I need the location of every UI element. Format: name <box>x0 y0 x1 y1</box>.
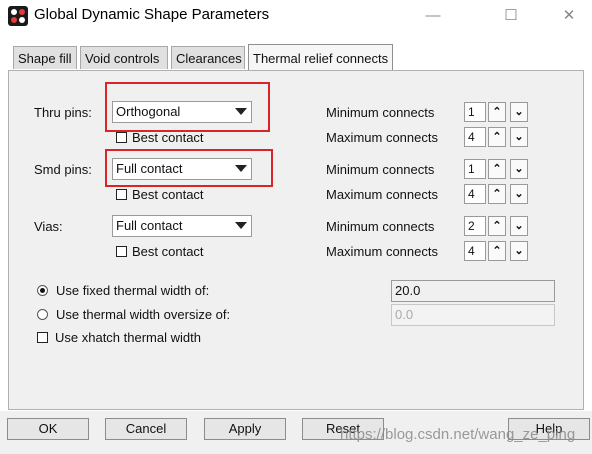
vias-max-connects-label: Maximum connects <box>326 244 438 259</box>
smd-pins-best-contact-label: Best contact <box>132 187 204 202</box>
tab-shape-fill[interactable]: Shape fill <box>13 46 77 69</box>
thru-max-connects-value[interactable]: 4 <box>464 127 486 147</box>
chevron-down-icon[interactable]: ⌄ <box>510 241 528 261</box>
thru-pins-best-contact-label: Best contact <box>132 130 204 145</box>
vias-select-value: Full contact <box>116 218 183 233</box>
chevron-down-icon[interactable]: ⌄ <box>510 216 528 236</box>
smd-min-connects-value[interactable]: 1 <box>464 159 486 179</box>
fixed-thermal-width-input[interactable]: 20.0 <box>391 280 555 302</box>
vias-label: Vias: <box>34 219 63 234</box>
smd-pins-best-contact-checkbox[interactable] <box>116 189 127 200</box>
thermal-oversize-input[interactable]: 0.0 <box>391 304 555 326</box>
thru-min-connects-label: Minimum connects <box>326 105 435 120</box>
thru-pins-select-value: Orthogonal <box>116 104 181 119</box>
chevron-up-icon[interactable]: ⌃ <box>488 184 506 204</box>
app-icon <box>8 6 28 26</box>
thru-max-connects-label: Maximum connects <box>326 130 438 145</box>
thermal-oversize-radio[interactable] <box>37 309 48 320</box>
maximize-button[interactable]: ☐ <box>488 0 534 32</box>
smd-max-connects-label: Maximum connects <box>326 187 438 202</box>
tab-thermal-relief-connects[interactable]: Thermal relief connects <box>248 44 393 71</box>
chevron-up-icon[interactable]: ⌃ <box>488 159 506 179</box>
thermal-oversize-label: Use thermal width oversize of: <box>56 307 231 322</box>
smd-pins-label: Smd pins: <box>34 162 92 177</box>
smd-max-connects-value[interactable]: 4 <box>464 184 486 204</box>
vias-best-contact-checkbox[interactable] <box>116 246 127 257</box>
chevron-down-icon[interactable]: ⌄ <box>510 184 528 204</box>
fixed-thermal-width-radio[interactable] <box>37 285 48 296</box>
vias-min-connects-value[interactable]: 2 <box>464 216 486 236</box>
watermark: https://blog.csdn.net/wang_ze_ping <box>340 426 576 443</box>
smd-min-connects-label: Minimum connects <box>326 162 435 177</box>
window-title: Global Dynamic Shape Parameters <box>34 6 270 23</box>
vias-select[interactable]: Full contact <box>112 215 252 237</box>
xhatch-thermal-width-checkbox[interactable] <box>37 332 48 343</box>
chevron-up-icon[interactable]: ⌃ <box>488 216 506 236</box>
cancel-button[interactable]: Cancel <box>105 418 187 440</box>
vias-max-connects-value[interactable]: 4 <box>464 241 486 261</box>
chevron-down-icon <box>235 108 247 115</box>
chevron-up-icon[interactable]: ⌃ <box>488 102 506 122</box>
smd-pins-select[interactable]: Full contact <box>112 158 252 180</box>
chevron-down-icon <box>235 222 247 229</box>
close-button[interactable]: ✕ <box>546 0 592 32</box>
ok-button[interactable]: OK <box>7 418 89 440</box>
chevron-down-icon[interactable]: ⌄ <box>510 159 528 179</box>
vias-min-connects-label: Minimum connects <box>326 219 435 234</box>
thru-min-connects-value[interactable]: 1 <box>464 102 486 122</box>
tab-clearances[interactable]: Clearances <box>171 46 245 69</box>
chevron-down-icon <box>235 165 247 172</box>
fixed-thermal-width-label: Use fixed thermal width of: <box>56 283 210 298</box>
tab-void-controls[interactable]: Void controls <box>80 46 168 69</box>
thru-pins-label: Thru pins: <box>34 105 92 120</box>
chevron-down-icon[interactable]: ⌄ <box>510 127 528 147</box>
thru-pins-select[interactable]: Orthogonal <box>112 101 252 123</box>
minimize-button[interactable]: — <box>410 0 456 32</box>
thru-pins-best-contact-checkbox[interactable] <box>116 132 127 143</box>
chevron-up-icon[interactable]: ⌃ <box>488 127 506 147</box>
smd-pins-select-value: Full contact <box>116 161 183 176</box>
chevron-down-icon[interactable]: ⌄ <box>510 102 528 122</box>
chevron-up-icon[interactable]: ⌃ <box>488 241 506 261</box>
vias-best-contact-label: Best contact <box>132 244 204 259</box>
apply-button[interactable]: Apply <box>204 418 286 440</box>
xhatch-thermal-width-label: Use xhatch thermal width <box>55 330 201 345</box>
